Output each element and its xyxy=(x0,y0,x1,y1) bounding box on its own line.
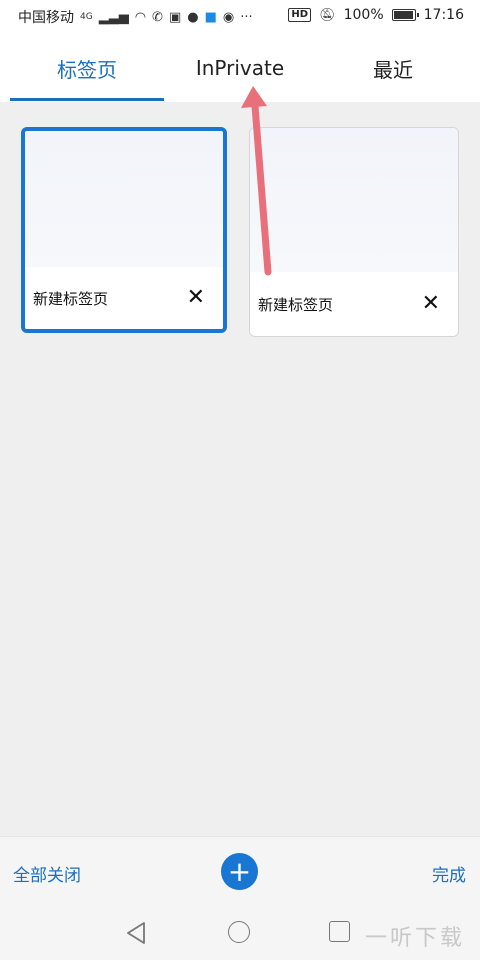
tab-recent[interactable]: 最近 xyxy=(316,34,470,102)
image-icon: ▣ xyxy=(168,9,182,25)
close-all-button[interactable]: 全部关闭 xyxy=(13,861,81,886)
status-bar: 中国移动 4G ▂▃▅ ◠ ✆ ▣ ● ■ ◉ ··· HD 🔕︎ 100% 1… xyxy=(0,0,480,34)
close-tab-icon[interactable]: ✕ xyxy=(422,293,440,315)
tab-card-title: 新建标签页 xyxy=(258,295,334,314)
hd-icon: HD xyxy=(288,8,312,22)
carrier-label: 中国移动 xyxy=(18,10,74,26)
status-right: HD 🔕︎ 100% 17:16 xyxy=(288,7,464,23)
app-notification-icon: ■ xyxy=(204,9,217,25)
tab-card-footer: 新建标签页 ✕ xyxy=(250,272,458,336)
mute-bell-icon: 🔕︎ xyxy=(319,7,336,23)
system-nav-bar: 一听下载 xyxy=(0,908,480,960)
tab-card-1[interactable]: 新建标签页 ✕ xyxy=(21,127,227,333)
missed-call-icon: ✆ xyxy=(152,9,163,25)
battery-icon xyxy=(391,9,419,21)
active-tab-indicator xyxy=(10,98,164,101)
tab-card-title: 新建标签页 xyxy=(33,289,109,308)
status-left: 中国移动 4G ▂▃▅ ◠ ✆ ▣ ● ■ ◉ ··· xyxy=(18,7,253,27)
clock: 17:16 xyxy=(423,7,464,23)
recent-apps-icon[interactable] xyxy=(329,921,350,942)
done-button[interactable]: 完成 xyxy=(432,861,466,886)
annotation-arrow-icon xyxy=(241,86,272,276)
close-tab-icon[interactable]: ✕ xyxy=(187,287,205,309)
bottom-action-bar: 全部关闭 + 完成 xyxy=(0,836,480,909)
tab-thumbnail[interactable] xyxy=(25,131,223,274)
tab-tabs[interactable]: 标签页 xyxy=(10,34,164,102)
home-icon[interactable] xyxy=(228,921,250,943)
signal-icon: ▂▃▅ xyxy=(98,9,129,25)
plus-icon: + xyxy=(227,854,252,888)
wifi-icon: ◠ xyxy=(134,9,147,25)
tab-card-footer: 新建标签页 ✕ xyxy=(25,267,223,329)
watermark-text: 一听下载 xyxy=(365,926,466,951)
message-icon: ● xyxy=(187,9,199,25)
more-notifications-icon: ··· xyxy=(240,9,253,25)
network-type-icon: 4G xyxy=(80,12,93,22)
back-icon[interactable] xyxy=(124,920,150,946)
wechat-icon: ◉ xyxy=(222,9,235,25)
add-tab-button[interactable]: + xyxy=(221,853,258,890)
battery-percent: 100% xyxy=(343,7,384,23)
